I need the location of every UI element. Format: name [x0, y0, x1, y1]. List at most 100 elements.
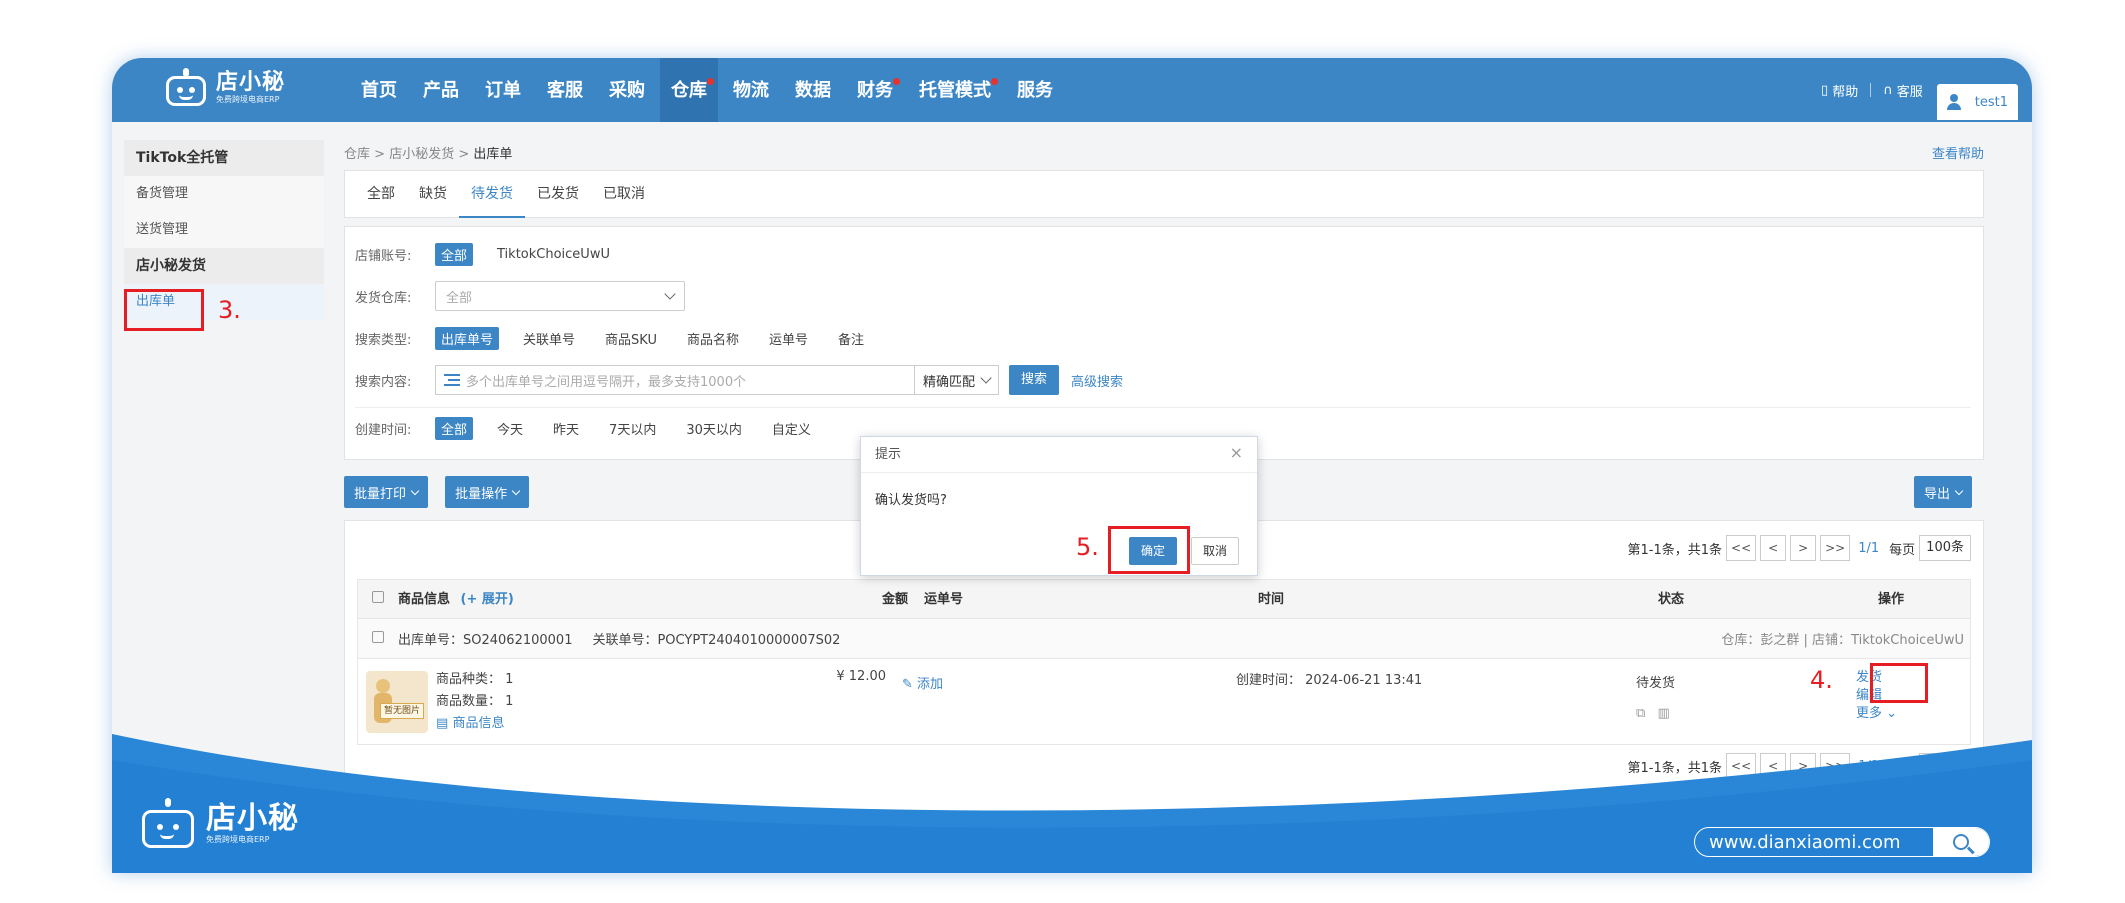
order-checkbox[interactable]: [372, 630, 384, 643]
copy-icon[interactable]: ⧉: [1636, 706, 1645, 721]
nav-item-label: 仓库: [671, 80, 707, 101]
search-type-label: 搜索类型:: [355, 332, 412, 348]
add-tracking-link[interactable]: ✎ 添加: [886, 659, 1236, 744]
chevron-down-icon: [511, 486, 521, 495]
book-icon: ▯: [1821, 82, 1829, 98]
nav-item-3[interactable]: 客服: [536, 58, 594, 122]
time-option-chip[interactable]: 全部: [435, 417, 474, 440]
user-menu[interactable]: test1: [1936, 84, 2018, 120]
search-button[interactable]: 搜索: [1009, 365, 1060, 395]
store-chip[interactable]: TiktokChoiceUwU: [491, 245, 616, 264]
per-page-select[interactable]: 100条: [1919, 535, 1971, 561]
search-input[interactable]: 多个出库单号之间用逗号隔开，最多支持1000个: [435, 365, 915, 395]
pager-first-bottom[interactable]: <<: [1726, 753, 1757, 779]
header-status: 状态: [1658, 592, 1685, 607]
batch-print-label: 批量打印: [354, 486, 407, 502]
footer-url[interactable]: www.dianxiaomi.com: [1695, 832, 1933, 853]
advanced-search-link[interactable]: 高级搜索: [1071, 371, 1123, 390]
customer-service-link[interactable]: ∩ 客服: [1883, 81, 1923, 100]
search-type-chip[interactable]: 商品名称: [681, 327, 745, 350]
time-option-chip[interactable]: 7天以内: [603, 417, 662, 440]
match-mode-select[interactable]: 精确匹配: [915, 365, 999, 395]
store-all-chip[interactable]: 全部: [435, 242, 474, 266]
pager-last-bottom[interactable]: >>: [1820, 753, 1851, 779]
tab-1[interactable]: 缺货: [407, 171, 459, 218]
search-type-chip[interactable]: 商品SKU: [599, 327, 663, 350]
header-product: 商品信息: [398, 592, 451, 607]
help-link[interactable]: ▯ 帮助: [1821, 81, 1858, 100]
robot-logo-icon: [164, 68, 208, 108]
close-icon[interactable]: ×: [1230, 443, 1243, 462]
search-type-row: 搜索类型: 出库单号 关联单号 商品SKU 商品名称 运单号 备注: [355, 317, 1971, 359]
batch-ops-button[interactable]: 批量操作: [445, 476, 530, 508]
time-option-chip[interactable]: 30天以内: [680, 417, 748, 440]
footer-logo: 店小秘 免费跨境电商ERP: [140, 798, 299, 850]
more-button[interactable]: 更多 ⌄: [1856, 705, 1946, 723]
store-label: 店铺账号:: [355, 248, 412, 264]
pager-prev[interactable]: <: [1760, 535, 1787, 561]
nav-item-5[interactable]: 仓库: [660, 58, 718, 122]
store-filter-row: 店铺账号: 全部 TiktokChoiceUwU: [355, 233, 1971, 275]
product-info-link[interactable]: ▤ 商品信息: [436, 713, 816, 735]
barcode-icon[interactable]: ▥: [1657, 706, 1669, 721]
nav-item-label: 首页: [361, 80, 397, 101]
nav-item-8[interactable]: 财务: [846, 58, 904, 122]
nav-item-0[interactable]: 首页: [350, 58, 408, 122]
nav-item-9[interactable]: 托管模式: [908, 58, 1002, 122]
order-row: 暂无图片 商品种类： 1 商品数量： 1 ▤ 商品信息 ¥ 12.00 ✎ 添加…: [357, 659, 1971, 745]
chevron-down-icon: [410, 486, 420, 495]
tab-2[interactable]: 待发货: [459, 171, 525, 218]
status-icons: ⧉ ▥: [1636, 699, 1856, 729]
nav-item-4[interactable]: 采购: [598, 58, 656, 122]
pager-prev-bottom[interactable]: <: [1760, 753, 1787, 779]
header-tracking: 运单号: [924, 592, 964, 607]
tab-3[interactable]: 已发货: [525, 171, 591, 218]
robot-logo-icon: [140, 798, 198, 850]
breadcrumb-warehouse[interactable]: 仓库: [344, 147, 370, 162]
pager-last[interactable]: >>: [1820, 535, 1851, 561]
document-icon: ▤: [436, 716, 449, 731]
time-option-chip[interactable]: 昨天: [547, 417, 585, 440]
warehouse-label: 发货仓库:: [355, 290, 412, 306]
search-type-chip[interactable]: 关联单号: [517, 327, 581, 350]
sidebar-item-delivery[interactable]: 送货管理: [124, 212, 324, 248]
search-icon[interactable]: [1933, 828, 1989, 856]
pager-first[interactable]: <<: [1726, 535, 1757, 561]
expand-link[interactable]: (+ 展开): [461, 592, 514, 607]
nav-item-1[interactable]: 产品: [412, 58, 470, 122]
search-type-chip[interactable]: 运单号: [763, 327, 814, 350]
batch-print-button[interactable]: 批量打印: [344, 476, 429, 508]
header-ops: 操作: [1878, 592, 1905, 607]
more-label: 更多: [1856, 706, 1883, 721]
pager-next[interactable]: >: [1790, 535, 1817, 561]
select-all-checkbox[interactable]: [372, 591, 384, 603]
list-icon: [444, 374, 460, 386]
view-help-link[interactable]: 查看帮助: [1932, 140, 1984, 170]
nav-item-10[interactable]: 服务: [1006, 58, 1064, 122]
sidebar-item-stock-prep[interactable]: 备货管理: [124, 176, 324, 212]
app-logo[interactable]: 店小秘 免费跨境电商ERP: [164, 68, 285, 108]
time-option-chip[interactable]: 今天: [491, 417, 529, 440]
time-option-chip[interactable]: 自定义: [766, 417, 817, 440]
per-page-select-bottom[interactable]: 100条: [1919, 753, 1971, 779]
nav-item-2[interactable]: 订单: [474, 58, 532, 122]
nav-item-7[interactable]: 数据: [784, 58, 842, 122]
tab-4[interactable]: 已取消: [591, 171, 657, 218]
nav-item-6[interactable]: 物流: [722, 58, 780, 122]
annotation-step5: 5.: [1076, 533, 1099, 561]
dialog-message: 确认发货吗?: [875, 493, 947, 508]
nav-item-label: 数据: [795, 80, 831, 101]
search-type-chip[interactable]: 备注: [832, 327, 870, 350]
warehouse-filter-row: 发货仓库: 全部: [355, 275, 1971, 317]
chevron-down-icon: [980, 372, 992, 384]
cancel-button[interactable]: 取消: [1191, 537, 1239, 565]
match-mode-value: 精确匹配: [923, 374, 976, 390]
search-type-chip[interactable]: 出库单号: [435, 326, 500, 350]
pager-next-bottom[interactable]: >: [1790, 753, 1817, 779]
warehouse-select[interactable]: 全部: [435, 281, 685, 311]
export-button[interactable]: 导出: [1913, 476, 1972, 508]
tab-0[interactable]: 全部: [355, 171, 407, 218]
nav-item-label: 采购: [609, 80, 645, 101]
footer-logo-subtitle: 免费跨境电商ERP: [206, 835, 270, 844]
breadcrumb-dxm-shipping[interactable]: 店小秘发货: [389, 147, 454, 162]
